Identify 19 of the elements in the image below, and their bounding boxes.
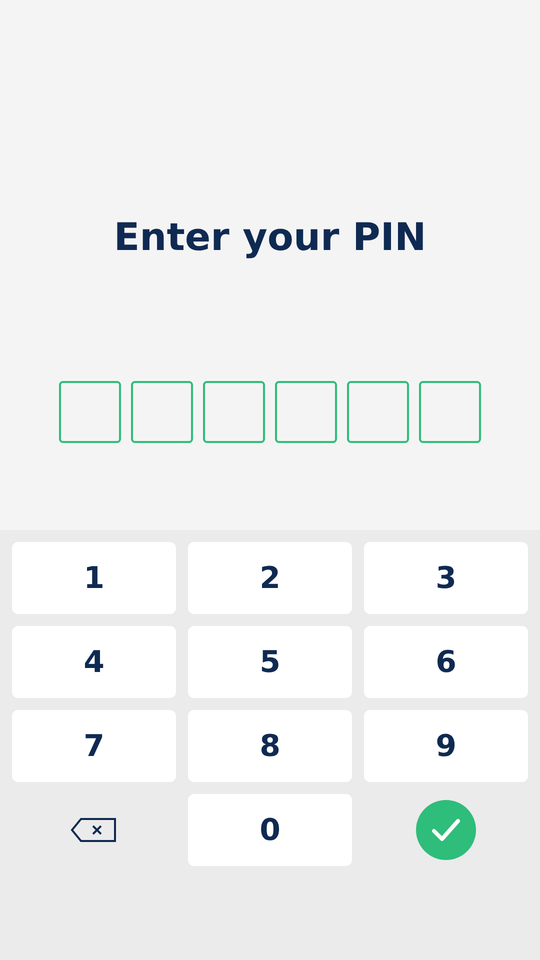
- pin-digit-field[interactable]: [419, 381, 481, 443]
- digit-key[interactable]: 8: [188, 710, 352, 782]
- digit-key[interactable]: 4: [12, 626, 176, 698]
- backspace-icon: [70, 817, 118, 843]
- digit-key[interactable]: 3: [364, 542, 528, 614]
- digit-key[interactable]: 2: [188, 542, 352, 614]
- digit-key[interactable]: 6: [364, 626, 528, 698]
- digit-key[interactable]: 1: [12, 542, 176, 614]
- page-title: Enter your PIN: [114, 214, 426, 261]
- digit-key[interactable]: 9: [364, 710, 528, 782]
- pin-digit-field[interactable]: [131, 381, 193, 443]
- pin-digit-field[interactable]: [347, 381, 409, 443]
- checkmark-icon: [416, 800, 476, 860]
- digit-key[interactable]: 7: [12, 710, 176, 782]
- pin-digit-field[interactable]: [59, 381, 121, 443]
- pin-digit-field[interactable]: [275, 381, 337, 443]
- digit-key[interactable]: 0: [188, 794, 352, 866]
- pin-digit-field[interactable]: [203, 381, 265, 443]
- digit-key[interactable]: 5: [188, 626, 352, 698]
